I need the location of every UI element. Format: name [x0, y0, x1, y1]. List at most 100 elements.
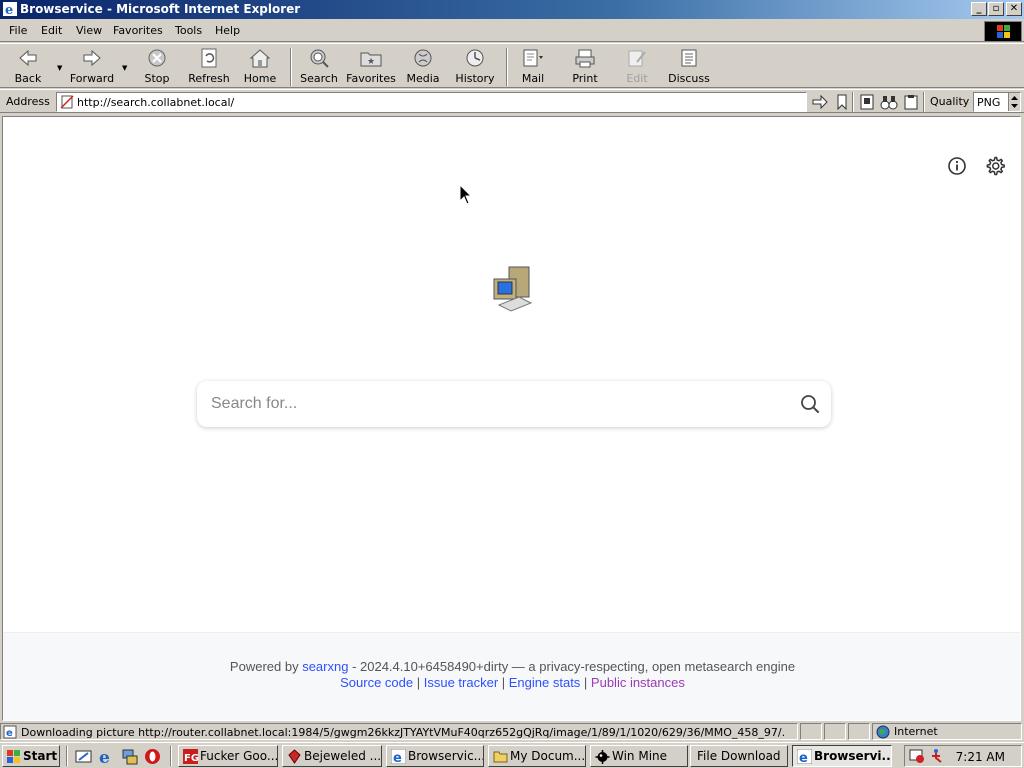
- menu-file[interactable]: File: [9, 24, 27, 37]
- mail-icon: [523, 49, 543, 67]
- forward-button[interactable]: Forward: [64, 47, 120, 87]
- clipboard-icon[interactable]: [902, 94, 920, 110]
- spin-arrows-icon[interactable]: [1008, 93, 1020, 111]
- status-bar: e Downloading picture http://router.coll…: [0, 722, 1024, 741]
- address-separator: [923, 92, 925, 112]
- link-separator: |: [498, 675, 509, 690]
- public-instances-link[interactable]: Public instances: [591, 675, 685, 690]
- opera-icon[interactable]: [144, 748, 161, 765]
- back-button[interactable]: Back: [0, 47, 56, 87]
- network-icon[interactable]: [121, 748, 138, 765]
- media-icon: [414, 49, 432, 67]
- status-panel: [848, 723, 870, 740]
- task-label: Fucker Goo...: [200, 749, 278, 763]
- svg-text:e: e: [393, 751, 402, 764]
- history-button[interactable]: History: [447, 47, 503, 87]
- powered-by-text: Powered by: [229, 659, 299, 674]
- internet-globe-icon: [876, 725, 890, 739]
- issue-tracker-link[interactable]: Issue tracker: [424, 675, 498, 690]
- computer-logo-icon: [493, 266, 533, 312]
- searxng-link[interactable]: searxng: [302, 659, 348, 674]
- discuss-icon: [681, 49, 697, 67]
- edit-button[interactable]: Edit: [609, 47, 665, 87]
- menu-favorites[interactable]: Favorites: [113, 24, 163, 37]
- start-button[interactable]: Start: [2, 745, 60, 767]
- menu-tools[interactable]: Tools: [175, 24, 202, 37]
- stop-button[interactable]: Stop: [129, 47, 185, 87]
- taskbar-separator: [170, 746, 172, 766]
- standard-toolbar: Back ▼ Forward ▼ Stop Refresh Home Searc…: [0, 43, 1024, 88]
- internet-explorer-icon[interactable]: e: [98, 748, 115, 765]
- go-arrow-icon[interactable]: [811, 94, 829, 110]
- task-button[interactable]: e Browservic...: [386, 745, 484, 767]
- ie-icon: e: [391, 749, 406, 764]
- task-button[interactable]: FG Fucker Goo...: [178, 745, 278, 767]
- address-input[interactable]: [77, 95, 797, 110]
- book-icon[interactable]: [858, 94, 876, 110]
- discuss-button[interactable]: Discuss: [661, 47, 717, 87]
- restore-button[interactable]: ▫: [988, 2, 1004, 16]
- back-label: Back: [14, 72, 42, 85]
- forward-dropdown-icon[interactable]: ▼: [122, 64, 127, 72]
- printer-icon: [575, 49, 595, 68]
- clock: 7:21 AM: [955, 750, 1005, 764]
- task-label: My Docum...: [510, 749, 586, 763]
- system-tray: 7:21 AM: [904, 745, 1022, 767]
- page-viewport: Powered by searxng - 2024.4.10+6458490+d…: [2, 116, 1021, 721]
- address-label: Address: [6, 95, 50, 108]
- task-button[interactable]: Win Mine: [590, 745, 688, 767]
- minimize-button[interactable]: _: [971, 2, 987, 16]
- settings-gear-icon[interactable]: [984, 155, 1006, 177]
- info-icon[interactable]: [946, 155, 968, 177]
- mail-button[interactable]: Mail: [505, 47, 561, 87]
- edit-label: Edit: [626, 72, 648, 85]
- task-button[interactable]: File Download: [690, 745, 788, 767]
- svg-text:e: e: [99, 748, 110, 765]
- engine-stats-link[interactable]: Engine stats: [509, 675, 581, 690]
- search-input[interactable]: [211, 392, 781, 416]
- search-icon[interactable]: [799, 393, 821, 415]
- security-zone-panel: Internet: [872, 723, 1022, 740]
- discuss-label: Discuss: [668, 72, 710, 85]
- search-label: Search: [300, 72, 338, 85]
- svg-text:e: e: [6, 728, 13, 739]
- gem-icon: [288, 749, 301, 764]
- tray-security-icon[interactable]: [909, 748, 925, 764]
- stop-label: Stop: [144, 72, 170, 85]
- show-desktop-icon[interactable]: [75, 748, 92, 765]
- media-button[interactable]: Media: [395, 47, 451, 87]
- svg-text:e: e: [5, 3, 13, 16]
- media-label: Media: [406, 72, 440, 85]
- quality-spinner[interactable]: PNG: [973, 92, 1021, 112]
- close-button[interactable]: ✕: [1006, 2, 1022, 16]
- home-button[interactable]: Home: [232, 47, 288, 87]
- menu-bar: File Edit View Favorites Tools Help: [0, 20, 1024, 42]
- task-button-active[interactable]: e Browservi...: [792, 745, 892, 767]
- status-panel: [800, 723, 822, 740]
- mine-icon: [595, 750, 610, 764]
- footer-powered-line: Powered by searxng - 2024.4.10+6458490+d…: [3, 659, 1020, 674]
- bookmark-icon[interactable]: [833, 94, 851, 110]
- link-separator: |: [413, 675, 424, 690]
- task-button[interactable]: Bejeweled ...: [282, 745, 382, 767]
- tray-accessibility-icon[interactable]: [929, 748, 945, 764]
- menu-view[interactable]: View: [76, 24, 102, 37]
- svg-text:e: e: [799, 751, 808, 764]
- back-dropdown-icon[interactable]: ▼: [57, 64, 62, 72]
- history-label: History: [455, 72, 495, 85]
- task-button[interactable]: My Docum...: [488, 745, 586, 767]
- binoculars-icon[interactable]: [880, 94, 898, 110]
- print-button[interactable]: Print: [557, 47, 613, 87]
- address-field[interactable]: [56, 92, 807, 112]
- title-bar[interactable]: e Browservice - Microsoft Internet Explo…: [0, 0, 1024, 19]
- menu-help[interactable]: Help: [215, 24, 240, 37]
- menu-edit[interactable]: Edit: [41, 24, 62, 37]
- favorites-button[interactable]: ★ Favorites: [343, 47, 399, 87]
- source-code-link[interactable]: Source code: [340, 675, 413, 690]
- history-icon: [466, 49, 484, 67]
- refresh-button[interactable]: Refresh: [181, 47, 237, 87]
- address-separator: [852, 92, 854, 112]
- address-bar: Address Quality PNG: [0, 89, 1024, 113]
- search-button[interactable]: Search: [291, 47, 347, 87]
- fg-icon: FG: [183, 749, 198, 764]
